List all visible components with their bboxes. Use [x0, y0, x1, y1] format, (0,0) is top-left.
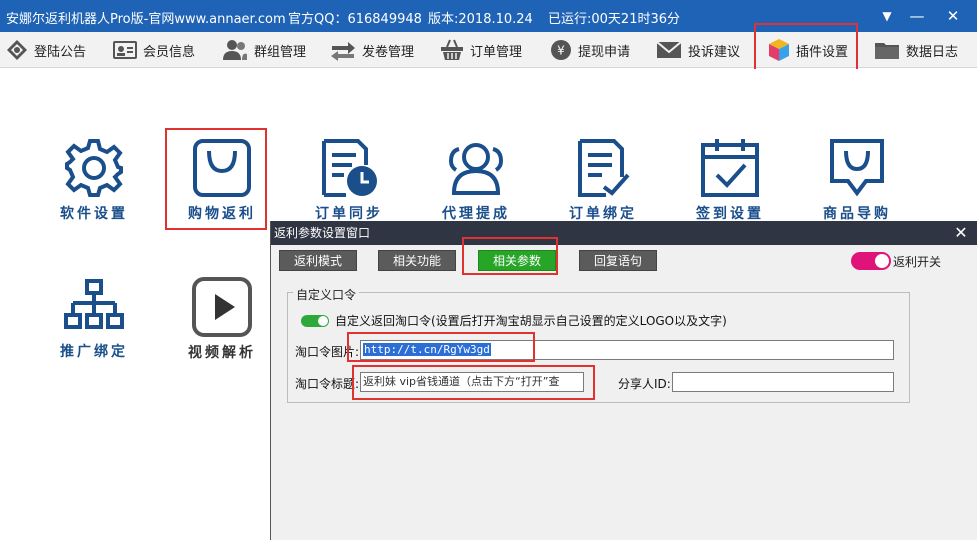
rebate-settings-dialog: 返利参数设置窗口 ✕ 返利模式 相关功能 相关参数 回复语句 返利开关 自定义口…	[270, 221, 977, 540]
toolbar-label: 群组管理	[254, 44, 307, 60]
toolbar-label: 数据日志	[906, 44, 959, 60]
tile-label: 订单绑定	[569, 206, 637, 222]
menu-dropdown-icon[interactable]: ▼	[875, 4, 899, 28]
basket-icon	[441, 39, 463, 60]
image-url-value: http://t.cn/RgYw3gd	[363, 343, 491, 356]
custom-password-switch-label: 自定义返回淘口令(设置后打开淘宝胡显示自己设置的定义LOGO以及文字)	[335, 314, 727, 328]
envelope-icon	[656, 41, 682, 58]
yen-coin-icon: ¥	[551, 40, 571, 60]
toolbar-item-plugin-settings[interactable]: 插件设置	[768, 32, 848, 68]
tile-software-settings[interactable]: 软件设置	[44, 137, 144, 223]
toolbar-label: 发卷管理	[362, 44, 415, 60]
member-card-icon	[113, 41, 137, 59]
caption-input[interactable]: 返利妹 vip省钱通道（点击下方“打开”查	[360, 372, 584, 392]
gear-icon	[65, 139, 123, 197]
image-url-input[interactable]: http://t.cn/RgYw3gd	[360, 340, 894, 360]
toolbar-label: 会员信息	[143, 44, 196, 60]
tile-product-guide[interactable]: 商品导购	[807, 137, 907, 223]
tile-checkin-settings[interactable]: 签到设置	[680, 137, 780, 223]
shopping-bag-icon	[193, 139, 251, 197]
play-icon	[192, 277, 252, 337]
tile-shopping-rebate[interactable]: 购物返利	[172, 137, 272, 223]
main-toolbar: 登陆公告 会员信息 群组管理 发卷管理 订单管理 ¥ 提现申请 投诉建议 插件设…	[0, 32, 977, 68]
tab-rebate-mode[interactable]: 返利模式	[279, 250, 357, 271]
dialog-close-button[interactable]: ✕	[951, 221, 971, 245]
hierarchy-icon	[64, 279, 124, 329]
caption-label: 淘口令标题:	[295, 377, 360, 391]
image-label: 淘口令图片:	[295, 345, 360, 359]
dialog-title: 返利参数设置窗口	[271, 221, 977, 245]
toolbar-item-withdraw[interactable]: ¥ 提现申请	[550, 32, 630, 68]
cube-icon	[769, 39, 789, 61]
tile-agent-commission[interactable]: 代理提成	[426, 137, 526, 223]
version-label: 版本:2018.10.24	[428, 12, 533, 27]
checklist-icon	[578, 139, 630, 197]
toolbar-item-announcement[interactable]: 登陆公告	[6, 32, 86, 68]
tile-label: 订单同步	[315, 206, 383, 222]
toolbar-item-order-manage[interactable]: 订单管理	[440, 32, 522, 68]
tile-label: 代理提成	[442, 206, 510, 222]
svg-text:¥: ¥	[557, 44, 565, 58]
announcement-icon	[7, 40, 27, 60]
tab-reply-sentences[interactable]: 回复语句	[579, 250, 657, 271]
group-title: 自定义口令	[293, 286, 360, 303]
sharer-id-input[interactable]	[672, 372, 894, 392]
tile-order-sync[interactable]: 订单同步	[299, 137, 399, 223]
runtime-label: 已运行:00天21时36分	[548, 12, 681, 27]
tile-label: 商品导购	[823, 206, 891, 222]
tile-label: 签到设置	[696, 206, 764, 222]
toolbar-label: 插件设置	[796, 44, 849, 60]
toolbar-label: 登陆公告	[34, 44, 87, 60]
close-button[interactable]: ✕	[941, 4, 965, 28]
app-title: 安娜尔返利机器人Pro版-官网www.annaer.com	[6, 12, 286, 27]
rebate-switch-label: 返利开关	[893, 254, 942, 269]
toolbar-label: 提现申请	[578, 44, 631, 60]
custom-password-toggle[interactable]	[301, 314, 329, 327]
toolbar-label: 订单管理	[470, 44, 523, 60]
users-icon	[448, 143, 504, 195]
calendar-check-icon	[701, 139, 759, 197]
toolbar-item-data-log[interactable]: 数据日志	[874, 32, 958, 68]
tile-video-parse[interactable]: 视频解析	[172, 276, 272, 362]
chat-bag-icon	[830, 139, 884, 197]
folder-icon	[875, 43, 899, 59]
toolbar-label: 投诉建议	[688, 44, 741, 60]
minimize-button[interactable]: —	[905, 4, 929, 28]
toolbar-item-group-manage[interactable]: 群组管理	[222, 32, 306, 68]
tile-order-binding[interactable]: 订单绑定	[553, 137, 653, 223]
group-icon	[223, 40, 247, 60]
sharer-id-label: 分享人ID:	[618, 377, 671, 391]
tile-label: 视频解析	[188, 345, 256, 361]
document-clock-icon	[322, 139, 377, 197]
tab-related-functions[interactable]: 相关功能	[378, 250, 456, 271]
tile-label: 推广绑定	[60, 344, 128, 360]
qq-label: 官方QQ：616849948	[288, 12, 422, 27]
tile-label: 软件设置	[60, 206, 128, 222]
tile-promotion-binding[interactable]: 推广绑定	[44, 279, 144, 361]
custom-password-switch-row: 自定义返回淘口令(设置后打开淘宝胡显示自己设置的定义LOGO以及文字)	[301, 312, 727, 329]
coupon-arrows-icon	[331, 42, 355, 61]
tab-related-params[interactable]: 相关参数	[478, 250, 556, 271]
toolbar-item-coupon-manage[interactable]: 发卷管理	[330, 32, 414, 68]
toolbar-item-complaint[interactable]: 投诉建议	[656, 32, 740, 68]
title-bar: 安娜尔返利机器人Pro版-官网www.annaer.com 官方QQ：61684…	[0, 0, 977, 32]
rebate-switch[interactable]: 返利开关	[851, 252, 941, 270]
tile-label: 购物返利	[188, 206, 256, 222]
rebate-toggle[interactable]	[851, 252, 891, 270]
toolbar-item-member-info[interactable]: 会员信息	[113, 32, 195, 68]
